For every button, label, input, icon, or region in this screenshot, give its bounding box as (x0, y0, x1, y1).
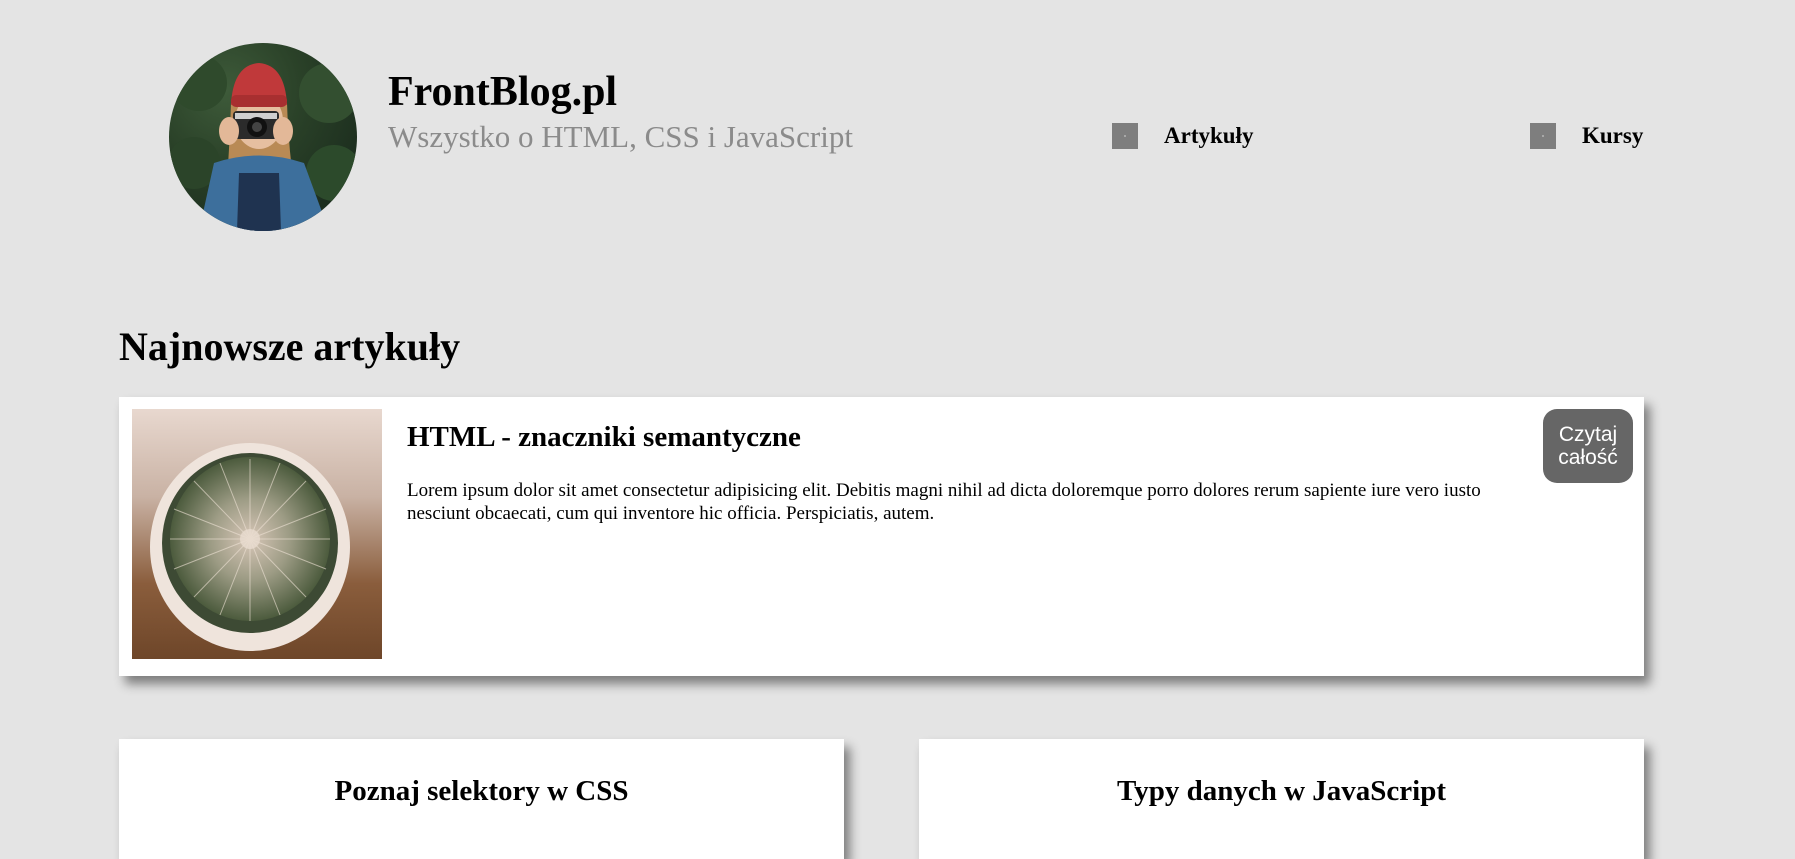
site-tagline: Wszystko o HTML, CSS i JavaScript (388, 119, 853, 154)
article-card: Typy danych w JavaScript (919, 739, 1644, 859)
featured-article-title[interactable]: HTML - znaczniki semantyczne (407, 417, 801, 457)
photographer-photo (169, 55, 357, 231)
article-icon (1112, 123, 1138, 149)
cactus-image (132, 409, 382, 659)
nav-item-articles[interactable]: Artykuły (1112, 122, 1253, 150)
article-card: Poznaj selektory w CSS (119, 739, 844, 859)
course-icon (1530, 123, 1556, 149)
nav-item-courses[interactable]: Kursy (1530, 122, 1643, 150)
avatar (169, 43, 357, 231)
article-title[interactable]: Poznaj selektory w CSS (119, 771, 844, 811)
featured-article-excerpt: Lorem ipsum dolor sit amet consectetur a… (407, 480, 1481, 524)
site-title[interactable]: FrontBlog.pl (388, 64, 617, 120)
section-title: Najnowsze artykuły (119, 324, 461, 369)
article-title[interactable]: Typy danych w JavaScript (919, 771, 1644, 811)
read-more-button[interactable]: Czytaj całość (1543, 409, 1633, 483)
site-header: FrontBlog.pl Wszystko o HTML, CSS i Java… (0, 0, 1795, 270)
featured-article-image (132, 409, 382, 659)
nav-item-label: Artykuły (1164, 123, 1254, 148)
featured-article-card: HTML - znaczniki semantyczne Lorem ipsum… (119, 397, 1644, 676)
nav-item-label: Kursy (1582, 123, 1644, 148)
